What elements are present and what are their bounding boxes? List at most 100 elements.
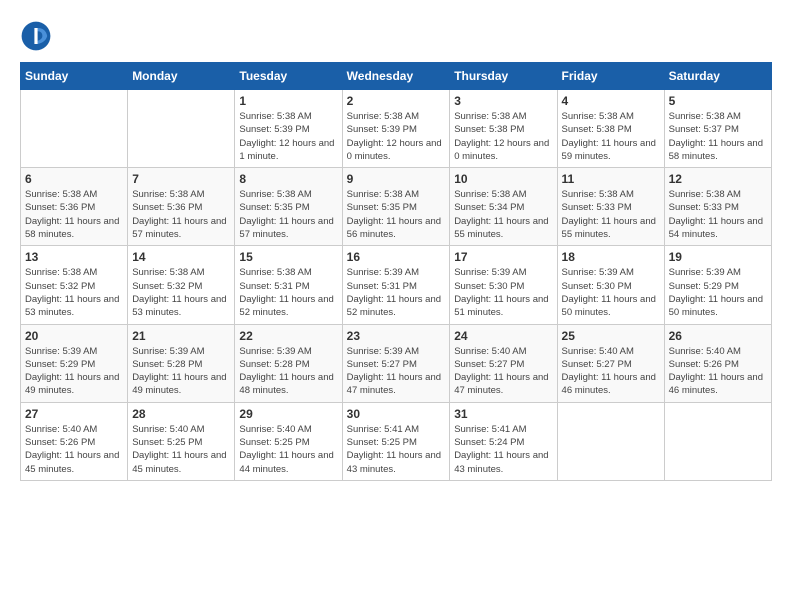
logo-icon <box>20 20 52 52</box>
calendar-cell: 4Sunrise: 5:38 AMSunset: 5:38 PMDaylight… <box>557 90 664 168</box>
day-number: 8 <box>239 172 337 186</box>
weekday-header-row: SundayMondayTuesdayWednesdayThursdayFrid… <box>21 63 772 90</box>
calendar-week-3: 13 Sunrise: 5:38 AMSunset: 5:32 PMDayligh… <box>21 246 772 324</box>
day-number: 26 <box>669 329 767 343</box>
day-number: 31 <box>454 407 552 421</box>
weekday-header-thursday: Thursday <box>450 63 557 90</box>
calendar-cell <box>557 402 664 480</box>
calendar-cell: 1 Sunrise: 5:38 AMSunset: 5:39 PMDaylight… <box>235 90 342 168</box>
day-info: Sunrise: 5:38 AMSunset: 5:32 PMDaylight:… <box>25 266 123 319</box>
day-number: 28 <box>132 407 230 421</box>
calendar-cell: 9 Sunrise: 5:38 AMSunset: 5:35 PMDaylight… <box>342 168 450 246</box>
day-number: 21 <box>132 329 230 343</box>
day-info: Sunrise: 5:38 AMSunset: 5:31 PMDaylight:… <box>239 266 337 319</box>
day-info: Sunrise: 5:38 AMSunset: 5:36 PMDaylight:… <box>132 188 230 241</box>
weekday-header-wednesday: Wednesday <box>342 63 450 90</box>
day-info: Sunrise: 5:40 AMSunset: 5:27 PMDaylight:… <box>562 345 660 398</box>
day-info: Sunrise: 5:40 AMSunset: 5:25 PMDaylight:… <box>132 423 230 476</box>
day-info: Sunrise: 5:38 AMSunset: 5:33 PMDaylight:… <box>669 188 767 241</box>
day-info: Sunrise: 5:38 AMSunset: 5:36 PMDaylight:… <box>25 188 123 241</box>
day-number: 5 <box>669 94 767 108</box>
calendar-cell: 28 Sunrise: 5:40 AMSunset: 5:25 PMDayligh… <box>128 402 235 480</box>
calendar-week-4: 20 Sunrise: 5:39 AMSunset: 5:29 PMDayligh… <box>21 324 772 402</box>
calendar-cell: 27 Sunrise: 5:40 AMSunset: 5:26 PMDayligh… <box>21 402 128 480</box>
day-number: 3 <box>454 94 552 108</box>
day-info: Sunrise: 5:41 AMSunset: 5:24 PMDaylight:… <box>454 423 552 476</box>
day-info: Sunrise: 5:38 AMSunset: 5:38 PMDaylight:… <box>454 110 552 163</box>
calendar-cell: 24 Sunrise: 5:40 AMSunset: 5:27 PMDayligh… <box>450 324 557 402</box>
day-info: Sunrise: 5:38 AMSunset: 5:39 PMDaylight:… <box>239 110 337 163</box>
calendar-cell: 14Sunrise: 5:38 AMSunset: 5:32 PMDayligh… <box>128 246 235 324</box>
day-number: 12 <box>669 172 767 186</box>
calendar-cell: 26 Sunrise: 5:40 AMSunset: 5:26 PMDayligh… <box>664 324 771 402</box>
day-info: Sunrise: 5:38 AMSunset: 5:39 PMDaylight:… <box>347 110 446 163</box>
day-info: Sunrise: 5:38 AMSunset: 5:35 PMDaylight:… <box>347 188 446 241</box>
calendar-header: SundayMondayTuesdayWednesdayThursdayFrid… <box>21 63 772 90</box>
weekday-header-monday: Monday <box>128 63 235 90</box>
day-info: Sunrise: 5:40 AMSunset: 5:25 PMDaylight:… <box>239 423 337 476</box>
day-number: 17 <box>454 250 552 264</box>
day-info: Sunrise: 5:39 AMSunset: 5:29 PMDaylight:… <box>25 345 123 398</box>
day-number: 6 <box>25 172 123 186</box>
day-number: 1 <box>239 94 337 108</box>
calendar-cell: 29 Sunrise: 5:40 AMSunset: 5:25 PMDayligh… <box>235 402 342 480</box>
calendar-cell: 17 Sunrise: 5:39 AMSunset: 5:30 PMDayligh… <box>450 246 557 324</box>
day-number: 20 <box>25 329 123 343</box>
day-info: Sunrise: 5:39 AMSunset: 5:27 PMDaylight:… <box>347 345 446 398</box>
calendar-cell: 8 Sunrise: 5:38 AMSunset: 5:35 PMDaylight… <box>235 168 342 246</box>
weekday-header-tuesday: Tuesday <box>235 63 342 90</box>
calendar-cell <box>664 402 771 480</box>
calendar-cell <box>128 90 235 168</box>
day-number: 27 <box>25 407 123 421</box>
calendar-cell: 15 Sunrise: 5:38 AMSunset: 5:31 PMDayligh… <box>235 246 342 324</box>
day-info: Sunrise: 5:39 AMSunset: 5:30 PMDaylight:… <box>562 266 660 319</box>
calendar-cell: 22Sunrise: 5:39 AMSunset: 5:28 PMDayligh… <box>235 324 342 402</box>
day-number: 10 <box>454 172 552 186</box>
day-number: 19 <box>669 250 767 264</box>
calendar-cell: 21 Sunrise: 5:39 AMSunset: 5:28 PMDayligh… <box>128 324 235 402</box>
calendar-cell: 25 Sunrise: 5:40 AMSunset: 5:27 PMDayligh… <box>557 324 664 402</box>
day-info: Sunrise: 5:39 AMSunset: 5:28 PMDaylight:… <box>132 345 230 398</box>
day-info: Sunrise: 5:40 AMSunset: 5:27 PMDaylight:… <box>454 345 552 398</box>
day-number: 9 <box>347 172 446 186</box>
day-info: Sunrise: 5:38 AMSunset: 5:35 PMDaylight:… <box>239 188 337 241</box>
day-number: 23 <box>347 329 446 343</box>
calendar-cell: 20 Sunrise: 5:39 AMSunset: 5:29 PMDayligh… <box>21 324 128 402</box>
calendar-cell: 11Sunrise: 5:38 AMSunset: 5:33 PMDayligh… <box>557 168 664 246</box>
day-info: Sunrise: 5:40 AMSunset: 5:26 PMDaylight:… <box>669 345 767 398</box>
day-info: Sunrise: 5:41 AMSunset: 5:25 PMDaylight:… <box>347 423 446 476</box>
day-number: 30 <box>347 407 446 421</box>
day-number: 7 <box>132 172 230 186</box>
calendar-cell: 2Sunrise: 5:38 AMSunset: 5:39 PMDaylight… <box>342 90 450 168</box>
day-info: Sunrise: 5:39 AMSunset: 5:31 PMDaylight:… <box>347 266 446 319</box>
calendar-cell: 16Sunrise: 5:39 AMSunset: 5:31 PMDayligh… <box>342 246 450 324</box>
calendar-cell: 23 Sunrise: 5:39 AMSunset: 5:27 PMDayligh… <box>342 324 450 402</box>
page-header <box>20 20 772 52</box>
day-number: 18 <box>562 250 660 264</box>
day-number: 11 <box>562 172 660 186</box>
calendar-cell: 6 Sunrise: 5:38 AMSunset: 5:36 PMDaylight… <box>21 168 128 246</box>
day-info: Sunrise: 5:39 AMSunset: 5:30 PMDaylight:… <box>454 266 552 319</box>
calendar-week-2: 6 Sunrise: 5:38 AMSunset: 5:36 PMDaylight… <box>21 168 772 246</box>
day-number: 15 <box>239 250 337 264</box>
calendar-cell: 18 Sunrise: 5:39 AMSunset: 5:30 PMDayligh… <box>557 246 664 324</box>
day-info: Sunrise: 5:40 AMSunset: 5:26 PMDaylight:… <box>25 423 123 476</box>
calendar-cell: 30 Sunrise: 5:41 AMSunset: 5:25 PMDayligh… <box>342 402 450 480</box>
calendar-table: SundayMondayTuesdayWednesdayThursdayFrid… <box>20 62 772 481</box>
day-number: 24 <box>454 329 552 343</box>
weekday-header-saturday: Saturday <box>664 63 771 90</box>
day-info: Sunrise: 5:39 AMSunset: 5:28 PMDaylight:… <box>239 345 337 398</box>
calendar-week-1: 1 Sunrise: 5:38 AMSunset: 5:39 PMDaylight… <box>21 90 772 168</box>
day-number: 25 <box>562 329 660 343</box>
day-info: Sunrise: 5:38 AMSunset: 5:34 PMDaylight:… <box>454 188 552 241</box>
day-number: 13 <box>25 250 123 264</box>
day-info: Sunrise: 5:38 AMSunset: 5:38 PMDaylight:… <box>562 110 660 163</box>
logo <box>20 20 56 52</box>
day-number: 29 <box>239 407 337 421</box>
weekday-header-sunday: Sunday <box>21 63 128 90</box>
day-info: Sunrise: 5:39 AMSunset: 5:29 PMDaylight:… <box>669 266 767 319</box>
calendar-cell: 7 Sunrise: 5:38 AMSunset: 5:36 PMDaylight… <box>128 168 235 246</box>
calendar-cell: 5Sunrise: 5:38 AMSunset: 5:37 PMDaylight… <box>664 90 771 168</box>
calendar-week-5: 27 Sunrise: 5:40 AMSunset: 5:26 PMDayligh… <box>21 402 772 480</box>
weekday-header-friday: Friday <box>557 63 664 90</box>
